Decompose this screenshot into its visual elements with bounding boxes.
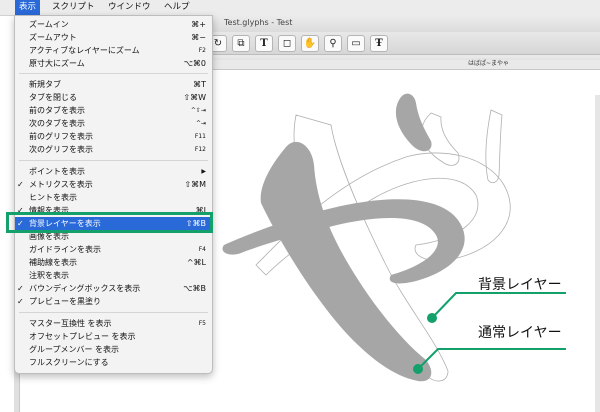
checkmark-icon: ✓ [17,284,24,293]
menu-window[interactable]: ウインドウ [104,0,155,15]
menu-item-show-metrics[interactable]: ✓ メトリクスを表示 ⇧⌘M [15,178,212,191]
menu-separator [19,73,208,74]
window-title: Test.glyphs - Test [224,18,293,27]
menu-item-offset-preview[interactable]: オフセットプレビュー を表示 [15,330,212,343]
menu-item-new-tab[interactable]: 新規タブ ⌘T [15,78,212,91]
menu-view[interactable]: 表示 [15,0,41,15]
menu-item-show-hints[interactable]: ヒントを表示 [15,191,212,204]
type-tool-icon[interactable]: Ŧ [370,35,388,52]
menu-item-show-auxiliary-lines[interactable]: 補助線を表示 ^⌘L [15,256,212,269]
glyph-canvas[interactable] [186,55,600,412]
zoom-icon[interactable]: ⚲ [324,35,342,52]
annotation-icon[interactable]: ◻ [278,35,296,52]
menu-separator [19,312,208,313]
callout-background-label: 背景レイヤー [478,277,562,293]
transform-icon[interactable]: ⧉ [232,35,250,52]
checkmark-icon: ✓ [17,297,24,306]
text-tool-icon[interactable]: T [255,35,273,52]
menu-item-show-bounding-box[interactable]: ✓ バウンディングボックスを表示 ⌥⌘B [15,282,212,295]
normal-layer-glyph [222,93,465,382]
menu-item-next-glyph[interactable]: 次のグリフを表示 F12 [15,143,212,156]
menu-item-prev-tab[interactable]: 前のタブを表示 ^⇧⇥ [15,104,212,117]
menu-item-zoom-in[interactable]: ズームイン ⌘+ [15,18,212,31]
checkmark-icon: ✓ [17,180,24,189]
menu-item-zoom-out[interactable]: ズームアウト ⌘− [15,31,212,44]
view-menu-dropdown: ズームイン ⌘+ ズームアウト ⌘− アクティブなレイヤーにズーム F2 原寸大にズー… [14,15,213,374]
hand-icon[interactable]: ✋ [301,35,319,52]
measure-icon[interactable]: ▭ [347,35,365,52]
menu-separator [19,160,208,161]
menu-script[interactable]: スクリプト [48,0,99,15]
menu-item-fullscreen[interactable]: フルスクリーンにする [15,356,212,369]
menu-help[interactable]: ヘルプ [160,0,194,15]
callout-normal-label: 通常レイヤー [478,325,562,341]
callout-background-line [427,292,566,323]
menu-item-zoom-active-layer[interactable]: アクティブなレイヤーにズーム F2 [15,44,212,57]
menu-item-next-tab[interactable]: 次のタブを表示 ^⇥ [15,117,212,130]
menu-item-show-guides[interactable]: ガイドラインを表示 F4 [15,243,212,256]
menu-item-show-annotations[interactable]: 注釈を表示 [15,269,212,282]
menu-item-master-compatibility[interactable]: マスター互換性 を表示 F5 [15,317,212,330]
callout-normal-line [413,348,566,374]
highlight-frame [6,212,213,233]
menu-item-actual-size[interactable]: 原寸大にズーム ⌥⌘0 [15,57,212,70]
menu-item-fill-preview[interactable]: ✓ プレビューを黒塗り [15,295,212,308]
scroll-edge [595,95,600,412]
menu-item-close-tab[interactable]: タブを閉じる ⇧⌘W [15,91,212,104]
menu-item-prev-glyph[interactable]: 前のグリフを表示 F11 [15,130,212,143]
menu-item-show-points[interactable]: ポイントを表示 ▶ [15,165,212,178]
menu-item-group-members[interactable]: グループメンバー を表示 [15,343,212,356]
menu-bar: 表示 スクリプト ウインドウ ヘルプ [0,0,600,16]
